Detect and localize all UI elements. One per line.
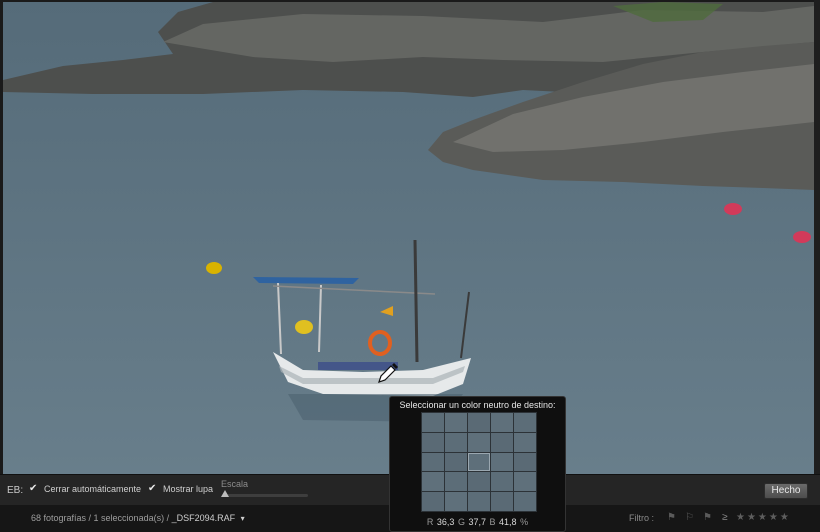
dropdown-caret-icon: ▾ xyxy=(240,514,245,523)
flag-icon[interactable]: ⚐ xyxy=(685,513,695,523)
r-value: 36,3 xyxy=(436,517,455,527)
checkbox-icon: ✔ xyxy=(29,483,38,494)
star-icon[interactable]: ★★★★★ xyxy=(736,512,791,523)
loupe-pixel xyxy=(445,492,467,511)
loupe-pixel xyxy=(445,472,467,492)
loupe-pixel xyxy=(491,432,513,452)
g-label: G xyxy=(457,517,465,527)
loupe-pixel xyxy=(514,472,536,492)
eyedropper-icon xyxy=(378,363,398,383)
done-button[interactable]: Hecho xyxy=(764,483,808,499)
percent-unit: % xyxy=(520,517,529,527)
g-value: 37,7 xyxy=(468,517,486,527)
loupe-pixel xyxy=(514,432,536,452)
auto-dismiss-checkbox[interactable]: ✔ Cerrar automáticamente xyxy=(29,483,142,495)
loupe-title: Seleccionar un color neutro de destino: xyxy=(399,400,556,410)
loupe-pixel xyxy=(422,492,444,511)
loupe-pixel xyxy=(514,413,536,432)
b-value: 41,8 xyxy=(499,517,517,527)
loupe-pixel xyxy=(445,432,467,452)
checkbox-icon: ✔ xyxy=(148,483,157,494)
flag-icon[interactable]: ⚑ xyxy=(667,513,677,523)
loupe-pixel xyxy=(491,472,513,492)
scale-slider-thumb[interactable] xyxy=(221,490,229,497)
flag-icon[interactable]: ⚑ xyxy=(703,513,713,523)
loupe-pixel xyxy=(445,452,467,472)
loupe-pixel xyxy=(422,452,444,472)
loupe-pixel xyxy=(491,413,513,432)
loupe-pixel xyxy=(445,413,467,432)
loupe-pixel xyxy=(468,492,490,511)
scale-slider-track[interactable] xyxy=(222,494,308,497)
loupe-pixel xyxy=(491,452,513,472)
filmstrip-source-info[interactable]: 68 fotografías / 1 seleccionada(s) / _DS… xyxy=(31,513,245,523)
photo-count-text: 68 fotografías / 1 seleccionada(s) / xyxy=(31,513,170,523)
loupe-pixel xyxy=(422,432,444,452)
loupe-pixel-grid xyxy=(421,412,537,512)
loupe-pixel xyxy=(514,492,536,511)
rating-operator[interactable]: ≥ xyxy=(722,512,728,523)
loupe-pixel xyxy=(468,432,490,452)
rgb-readout: R 36,3 G 37,7 B 41,8 % xyxy=(390,517,565,527)
loupe-pixel xyxy=(514,452,536,472)
show-loupe-checkbox[interactable]: ✔ Mostrar lupa xyxy=(148,483,214,495)
loupe-popup: Seleccionar un color neutro de destino: … xyxy=(389,396,566,532)
show-loupe-label: Mostrar lupa xyxy=(163,484,214,494)
current-file-name: _DSF2094.RAF xyxy=(171,513,236,523)
loupe-pixel xyxy=(422,472,444,492)
loupe-pixel xyxy=(468,413,490,432)
window-edge xyxy=(814,0,820,532)
wb-label: EB: xyxy=(7,485,24,496)
auto-dismiss-label: Cerrar automáticamente xyxy=(44,484,142,494)
loupe-pixel xyxy=(491,492,513,511)
loupe-center-pixel xyxy=(468,452,490,472)
scale-label: Escala xyxy=(221,479,249,489)
filter-label: Filtro : xyxy=(629,513,655,523)
b-label: B xyxy=(489,517,496,527)
loupe-pixel xyxy=(468,472,490,492)
loupe-pixel xyxy=(422,413,444,432)
r-label: R xyxy=(426,517,434,527)
